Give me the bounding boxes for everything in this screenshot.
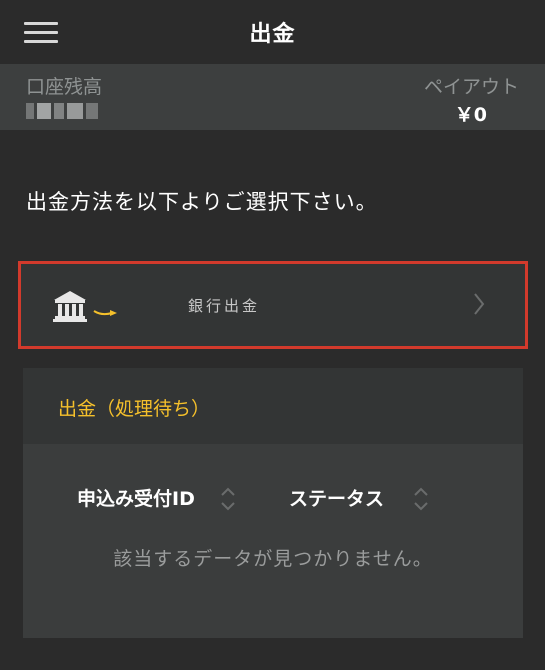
payout-value: ￥0	[454, 104, 487, 126]
app-header: 出金	[0, 0, 545, 64]
empty-table-message: 該当するデータが見つかりません。	[113, 548, 433, 570]
payout-label: ペイアウト	[423, 76, 519, 98]
balance-label: 口座残高	[26, 76, 103, 98]
pending-withdrawals-panel: 出金（処理待ち） 申込み受付ID ステータス 該当するデータが見つかりません。	[23, 368, 523, 638]
balance-bar: 口座残高 ペイアウト ￥0	[0, 64, 545, 130]
bank-icon	[52, 289, 122, 327]
sort-icon[interactable]	[413, 486, 429, 516]
bank-withdrawal-label: 銀行出金	[188, 297, 261, 315]
balance-value-masked	[26, 102, 106, 120]
pending-title: 出金（処理待ち）	[58, 398, 211, 420]
chevron-right-icon	[473, 292, 485, 320]
page-title: 出金	[249, 22, 296, 47]
column-header-application-id[interactable]: 申込み受付ID	[77, 484, 195, 511]
column-header-status[interactable]: ステータス	[289, 484, 384, 511]
instruction-text: 出金方法を以下よりご選択下さい。	[26, 190, 378, 214]
sort-icon[interactable]	[220, 486, 236, 516]
pending-header: 出金（処理待ち）	[23, 368, 523, 444]
bank-withdrawal-option[interactable]: 銀行出金	[18, 261, 528, 349]
